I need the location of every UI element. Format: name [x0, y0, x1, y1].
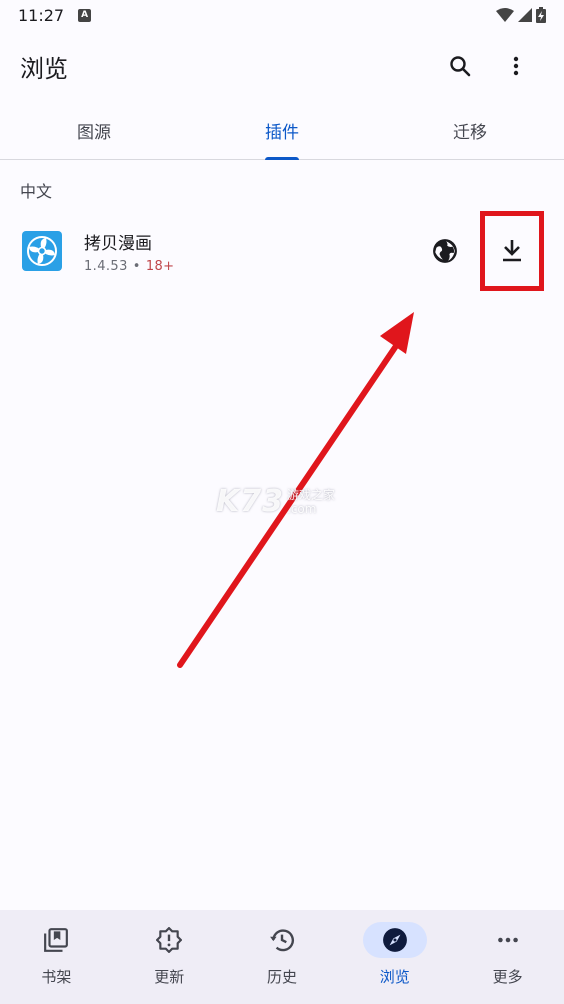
nav-item-browse[interactable]: 浏览 — [338, 910, 451, 1004]
more-horiz-icon — [497, 937, 518, 943]
nav-item-history[interactable]: 历史 — [226, 910, 339, 1004]
history-icon — [270, 929, 294, 952]
watermark-line2: .com — [287, 501, 317, 516]
nav-item-more[interactable]: 更多 — [451, 910, 564, 1004]
bottom-nav: 书架 更新 历史 浏览 更多 — [0, 910, 564, 1004]
alert-badge-icon — [156, 927, 183, 953]
watermark-logo: K73 — [216, 484, 284, 519]
nav-label: 更新 — [154, 968, 185, 986]
watermark-line1: 游戏之家 — [287, 487, 336, 502]
compass-icon — [382, 928, 407, 952]
nav-label: 历史 — [266, 968, 297, 986]
nav-label: 书架 — [41, 968, 72, 986]
nav-active-indicator — [362, 922, 427, 958]
nav-label: 浏览 — [379, 968, 410, 986]
nav-item-updates[interactable]: 更新 — [113, 910, 226, 1004]
library-icon — [44, 928, 69, 952]
nav-item-library[interactable]: 书架 — [0, 910, 113, 1004]
watermark: K73 游戏之家 .com — [216, 484, 335, 519]
nav-label: 更多 — [492, 968, 523, 986]
